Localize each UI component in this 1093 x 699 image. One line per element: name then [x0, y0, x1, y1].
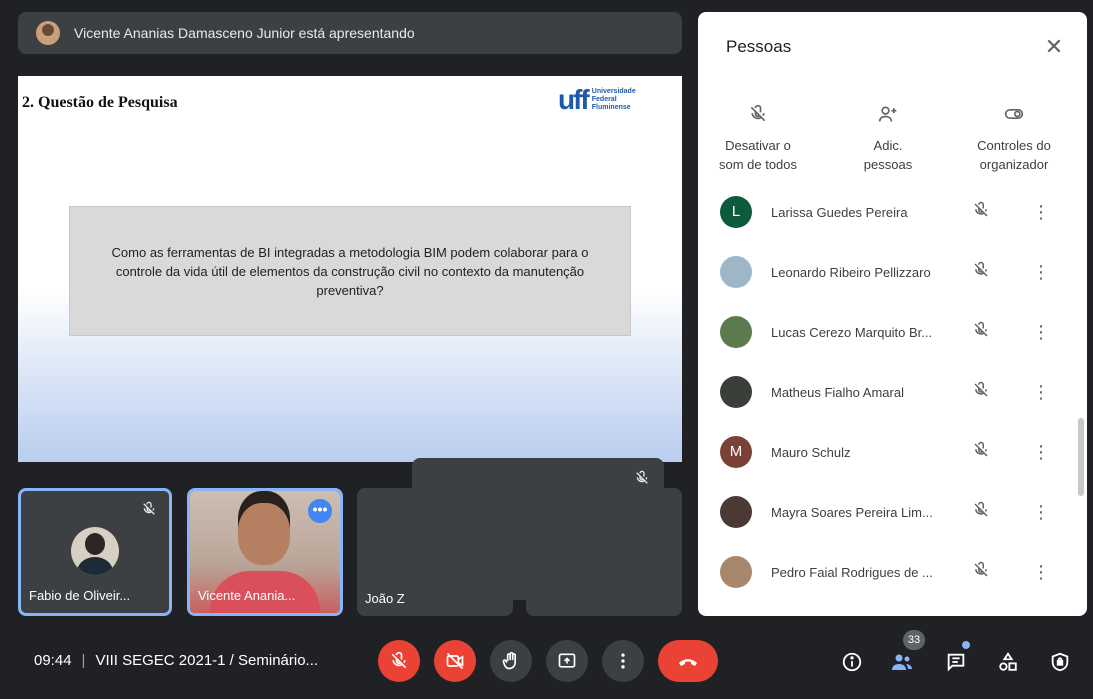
more-vert-icon — [621, 653, 625, 669]
host-controls-button[interactable]: Controles do organizador — [954, 104, 1074, 174]
participant-avatar — [71, 527, 119, 575]
mic-off-icon[interactable] — [972, 261, 990, 284]
more-vert-icon[interactable]: ⋮ — [1032, 502, 1050, 523]
people-panel: Pessoas ✕ Desativar o som de todos Adic.… — [698, 12, 1087, 616]
list-item[interactable]: Lucas Cerezo Marquito Br... ⋮ — [698, 302, 1087, 362]
participant-name: João Z — [365, 591, 405, 606]
presenter-avatar — [36, 21, 60, 45]
mute-all-button[interactable]: Desativar o som de todos — [698, 104, 818, 174]
activities-button[interactable] — [994, 648, 1022, 676]
camera-toggle-button[interactable] — [434, 640, 476, 682]
participant-tile-fabio[interactable]: Fabio de Oliveir... — [18, 488, 172, 616]
uff-logo-text: Universidade Federal Fluminense — [591, 88, 636, 111]
meeting-info: 09:44 | VIII SEGEC 2021-1 / Seminário... — [34, 652, 319, 669]
more-options-button[interactable] — [602, 640, 644, 682]
people-icon — [892, 654, 912, 670]
presenter-banner-text: Vicente Ananias Damasceno Junior está ap… — [74, 25, 415, 41]
more-vert-icon[interactable]: ⋮ — [1032, 202, 1050, 223]
uff-logo: uff Universidade Federal Fluminense — [558, 84, 636, 116]
avatar — [720, 316, 752, 348]
avatar: M — [720, 436, 752, 468]
end-call-button[interactable] — [658, 640, 718, 682]
person-name: Leonardo Ribeiro Pellizzaro — [771, 264, 931, 280]
more-vert-icon[interactable]: ⋮ — [1032, 442, 1050, 463]
mic-off-icon[interactable] — [972, 201, 990, 224]
participant-name: Vicente Anania... — [198, 588, 296, 603]
add-people-button[interactable]: Adic. pessoas — [828, 104, 948, 174]
raise-hand-button[interactable] — [490, 640, 532, 682]
toggle-icon — [954, 104, 1074, 128]
person-name: Mayra Soares Pereira Lim... — [771, 504, 933, 520]
shield-icon — [1051, 652, 1069, 672]
chat-button[interactable] — [942, 648, 970, 676]
hand-icon — [502, 651, 516, 670]
list-item[interactable]: Matheus Fialho Amaral ⋮ — [698, 362, 1087, 422]
mic-off-icon[interactable] — [972, 501, 990, 524]
question-text: Como as ferramentas de BI integradas a m… — [111, 244, 589, 298]
clock-time: 09:44 — [34, 652, 72, 669]
panel-title: Pessoas — [726, 37, 792, 56]
list-item[interactable]: L Larissa Guedes Pereira ⋮ — [698, 182, 1087, 242]
participant-name: Fabio de Oliveir... — [29, 588, 131, 603]
avatar — [720, 556, 752, 588]
mic-toggle-button[interactable] — [378, 640, 420, 682]
more-vert-icon[interactable]: ⋮ — [1032, 382, 1050, 403]
presenter-banner: Vicente Ananias Damasceno Junior está ap… — [18, 12, 682, 54]
mic-off-icon[interactable] — [972, 441, 990, 464]
more-options-icon[interactable]: ••• — [308, 499, 332, 523]
participant-tile-vicente[interactable]: ••• Vicente Anania... — [187, 488, 343, 616]
meeting-details-button[interactable] — [838, 648, 866, 676]
mic-off-icon[interactable] — [972, 561, 990, 584]
mic-off-icon — [634, 470, 650, 491]
present-screen-button[interactable] — [546, 640, 588, 682]
avatar: L — [720, 196, 752, 228]
mic-off-icon — [698, 104, 818, 128]
question-box: Como as ferramentas de BI integradas a m… — [69, 206, 631, 336]
list-item[interactable]: Mayra Soares Pereira Lim... ⋮ — [698, 482, 1087, 542]
mic-off-icon — [141, 501, 157, 522]
meeting-title: VIII SEGEC 2021-1 / Seminário... — [95, 652, 319, 669]
bottom-bar: 09:44 | VIII SEGEC 2021-1 / Seminário... — [0, 624, 1093, 699]
videocam-off-icon — [446, 652, 464, 670]
list-item[interactable]: M Mauro Schulz ⋮ — [698, 422, 1087, 482]
more-vert-icon[interactable]: ⋮ — [1032, 562, 1050, 583]
list-item[interactable]: Leonardo Ribeiro Pellizzaro ⋮ — [698, 242, 1087, 302]
call-end-icon — [679, 659, 697, 666]
person-name: Lucas Cerezo Marquito Br... — [771, 324, 933, 340]
activities-icon — [999, 652, 1017, 671]
people-button[interactable] — [888, 648, 916, 676]
present-icon — [558, 653, 576, 668]
participant-count-badge: 33 — [903, 630, 925, 650]
chat-icon — [947, 653, 965, 672]
person-name: Pedro Faial Rodrigues de ... — [771, 564, 933, 580]
avatar — [720, 496, 752, 528]
list-item[interactable]: Pedro Faial Rodrigues de ... ⋮ — [698, 542, 1087, 602]
avatar — [720, 376, 752, 408]
panel-scrollbar[interactable] — [1078, 418, 1084, 496]
slide-title: 2. Questão de Pesquisa — [22, 94, 178, 111]
shared-slide: 2. Questão de Pesquisa uff Universidade … — [18, 76, 682, 462]
person-name: Matheus Fialho Amaral — [771, 384, 904, 400]
more-vert-icon[interactable]: ⋮ — [1032, 322, 1050, 343]
info-icon — [842, 652, 862, 672]
host-controls-button[interactable] — [1046, 648, 1074, 676]
uff-logo-mark: uff — [558, 84, 590, 115]
more-vert-icon[interactable]: ⋮ — [1032, 262, 1050, 283]
person-name: Mauro Schulz — [771, 444, 851, 460]
avatar — [720, 256, 752, 288]
self-view-tile[interactable] — [412, 458, 664, 600]
person-name: Larissa Guedes Pereira — [771, 204, 908, 220]
mic-off-icon[interactable] — [972, 381, 990, 404]
close-icon[interactable]: ✕ — [1041, 34, 1067, 60]
chat-notification-dot — [962, 641, 970, 649]
mic-off-icon[interactable] — [972, 321, 990, 344]
mic-off-icon — [391, 651, 407, 669]
person-add-icon — [828, 104, 948, 128]
